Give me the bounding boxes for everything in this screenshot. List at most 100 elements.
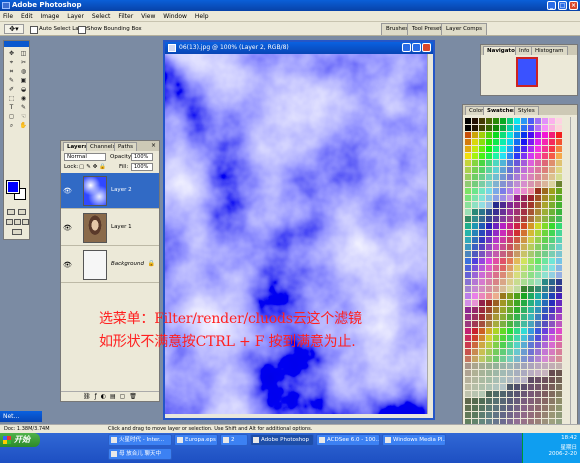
swatch-cell[interactable] [528, 356, 534, 362]
swatch-cell[interactable] [521, 370, 527, 376]
swatch-cell[interactable] [507, 195, 513, 201]
slice-tool-icon[interactable]: ⌗ [6, 68, 17, 76]
swatch-cell[interactable] [521, 398, 527, 404]
swatch-cell[interactable] [514, 139, 520, 145]
doc-maximize-button[interactable] [412, 43, 421, 52]
swatch-cell[interactable] [465, 377, 471, 383]
swatch-cell[interactable] [479, 223, 485, 229]
swatch-cell[interactable] [479, 335, 485, 341]
swatch-cell[interactable] [486, 293, 492, 299]
swatch-cell[interactable] [500, 300, 506, 306]
swatch-cell[interactable] [507, 209, 513, 215]
swatch-cell[interactable] [521, 237, 527, 243]
swatch-cell[interactable] [507, 146, 513, 152]
swatch-cell[interactable] [542, 286, 548, 292]
swatch-cell[interactable] [493, 300, 499, 306]
visibility-eye-icon[interactable]: 👁 [63, 187, 72, 195]
swatch-cell[interactable] [528, 118, 534, 124]
swatch-cell[interactable] [472, 293, 478, 299]
swatch-cell[interactable] [507, 377, 513, 383]
swatch-cell[interactable] [507, 321, 513, 327]
swatch-cell[interactable] [528, 139, 534, 145]
swatch-cell[interactable] [465, 202, 471, 208]
swatch-cell[interactable] [556, 160, 562, 166]
swatch-cell[interactable] [542, 258, 548, 264]
swatch-cell[interactable] [549, 160, 555, 166]
swatch-cell[interactable] [549, 125, 555, 131]
swatch-cell[interactable] [549, 412, 555, 418]
swatch-cell[interactable] [486, 398, 492, 404]
swatch-cell[interactable] [465, 321, 471, 327]
well-layer-comps[interactable]: Layer Comps [441, 23, 488, 35]
swatch-cell[interactable] [528, 174, 534, 180]
swatch-cell[interactable] [493, 209, 499, 215]
minimized-window[interactable]: Net... [0, 411, 42, 422]
swatch-cell[interactable] [465, 132, 471, 138]
quickmask-off-icon[interactable] [7, 209, 15, 215]
swatch-cell[interactable] [479, 174, 485, 180]
swatch-cell[interactable] [500, 377, 506, 383]
swatch-cell[interactable] [493, 293, 499, 299]
swatch-cell[interactable] [521, 202, 527, 208]
swatch-cell[interactable] [465, 160, 471, 166]
swatch-cell[interactable] [528, 349, 534, 355]
swatch-cell[interactable] [528, 181, 534, 187]
swatch-cell[interactable] [500, 118, 506, 124]
swatch-cell[interactable] [493, 188, 499, 194]
swatch-cell[interactable] [493, 132, 499, 138]
swatch-cell[interactable] [479, 314, 485, 320]
swatch-cell[interactable] [465, 342, 471, 348]
menu-select[interactable]: Select [89, 11, 114, 22]
swatch-cell[interactable] [507, 202, 513, 208]
swatch-cell[interactable] [507, 335, 513, 341]
swatch-cell[interactable] [556, 216, 562, 222]
swatch-cell[interactable] [465, 167, 471, 173]
swatch-cell[interactable] [535, 363, 541, 369]
swatch-cell[interactable] [472, 314, 478, 320]
swatch-cell[interactable] [500, 160, 506, 166]
swatch-cell[interactable] [542, 391, 548, 397]
taskbar-button-acdsee[interactable]: ACDSee 6.0 - 100... [316, 434, 380, 446]
swatch-cell[interactable] [472, 279, 478, 285]
swatch-cell[interactable] [507, 398, 513, 404]
swatch-cell[interactable] [549, 384, 555, 390]
swatch-cell[interactable] [472, 349, 478, 355]
swatch-cell[interactable] [521, 272, 527, 278]
swatch-cell[interactable] [500, 237, 506, 243]
swatch-cell[interactable] [549, 132, 555, 138]
swatch-cell[interactable] [556, 146, 562, 152]
swatch-cell[interactable] [521, 181, 527, 187]
swatch-cell[interactable] [479, 132, 485, 138]
swatch-cell[interactable] [528, 223, 534, 229]
swatch-cell[interactable] [514, 279, 520, 285]
swatch-cell[interactable] [500, 139, 506, 145]
swatch-cell[interactable] [556, 335, 562, 341]
swatch-cell[interactable] [472, 167, 478, 173]
swatch-cell[interactable] [493, 356, 499, 362]
swatch-cell[interactable] [542, 118, 548, 124]
swatch-cell[interactable] [486, 286, 492, 292]
swatch-cell[interactable] [507, 167, 513, 173]
swatch-cell[interactable] [549, 146, 555, 152]
brush-tool-icon[interactable]: ✎ [6, 77, 17, 85]
swatch-cell[interactable] [528, 377, 534, 383]
swatch-cell[interactable] [500, 328, 506, 334]
swatch-cell[interactable] [528, 279, 534, 285]
swatch-cell[interactable] [500, 146, 506, 152]
swatch-cell[interactable] [479, 391, 485, 397]
swatch-cell[interactable] [486, 405, 492, 411]
swatch-cell[interactable] [507, 153, 513, 159]
swatch-cell[interactable] [542, 209, 548, 215]
swatch-cell[interactable] [479, 370, 485, 376]
swatch-cell[interactable] [486, 167, 492, 173]
swatch-cell[interactable] [528, 342, 534, 348]
swatch-cell[interactable] [479, 321, 485, 327]
swatch-cell[interactable] [514, 272, 520, 278]
swatch-cell[interactable] [472, 377, 478, 383]
swatch-cell[interactable] [556, 167, 562, 173]
swatch-cell[interactable] [465, 356, 471, 362]
swatch-cell[interactable] [542, 146, 548, 152]
swatch-cell[interactable] [500, 223, 506, 229]
swatch-cell[interactable] [479, 209, 485, 215]
fill-field[interactable]: 100% [131, 163, 153, 171]
